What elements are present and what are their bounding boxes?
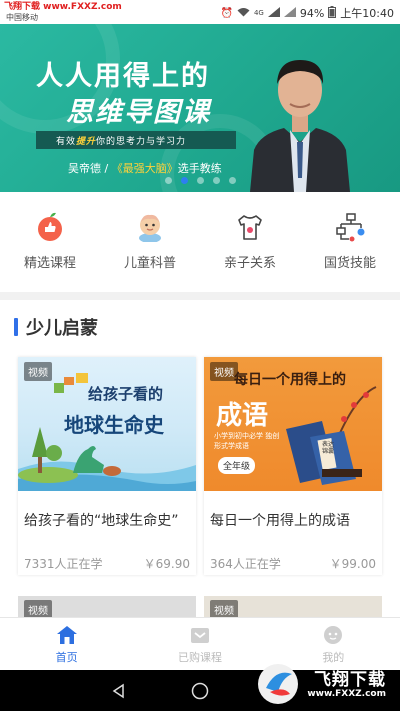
status-bar: 飞翔下载 www.FXXZ.com 中国移动 ⏰ 4G 94% 上午10:40 (0, 0, 400, 24)
category-label: 亲子关系 (223, 256, 276, 271)
alarm-icon: ⏰ (220, 7, 233, 19)
carousel-dot[interactable] (196, 177, 204, 184)
carousel-dot[interactable] (212, 177, 220, 184)
flowchart-icon (333, 210, 367, 244)
tshirt-icon (233, 210, 267, 244)
section-header: 少儿启蒙 (14, 314, 98, 340)
course-learners: 364人正在学 (210, 557, 281, 571)
banner-subtitle-post: 你的思考力与学习力 (96, 137, 187, 147)
video-badge: 视频 (24, 362, 52, 381)
cover-text-line2: 成语 (216, 401, 269, 431)
category-label: 儿童科普 (123, 256, 176, 271)
status-icons: ⏰ 4G 94% 上午10:40 (220, 5, 394, 21)
course-card-earth-history[interactable]: 视频 给孩子看的 地球生命史 给孩子看的“地球生命史” 7331人正在学 ￥69… (18, 357, 196, 575)
battery-level: 94% (299, 6, 325, 20)
banner-author-show: 《最强大脑》 (111, 162, 178, 175)
presenter-photo (250, 60, 350, 192)
category-label: 精选课程 (23, 256, 76, 271)
book-label: 表达锦囊 (322, 441, 335, 455)
course-cover-earth: 视频 给孩子看的 地球生命史 (18, 357, 196, 491)
watermark-text: 飞翔下载 (314, 670, 386, 690)
banner-subtitle-pre: 有效 (56, 137, 77, 147)
cover-text-line1: 每日一个用得上的 (234, 372, 346, 388)
banner-title-line2: 思维导图课 (66, 97, 211, 128)
course-price: ￥99.00 (329, 557, 376, 571)
category-row: 精选课程 儿童科普 亲子关系 国货技能 (0, 192, 400, 292)
cover-text-line1: 给孩子看的 (88, 385, 164, 403)
cover-note: 小学到初中必学 独创形式学成语 (214, 432, 280, 450)
banner-subtitle: 有效提升你的思考力与学习力 (56, 134, 186, 147)
banner-title-line1: 人人用得上的 (36, 61, 210, 92)
course-price: ￥69.90 (143, 557, 190, 571)
promo-banner[interactable]: 人人用得上的 思维导图课 有效提升你的思考力与学习力 吴帝德 / 《最强大脑》选… (0, 24, 400, 192)
course-card-idioms[interactable]: 视频 每日一个用得上的 成语 小学到初中必学 独创形式学成语 全年级 表达锦囊 … (204, 357, 382, 575)
profile-icon (321, 624, 345, 646)
banner-subtitle-highlight: 提升 (76, 137, 97, 147)
carrier-name: 中国移动 (6, 13, 38, 22)
section-accent-bar (14, 318, 18, 336)
category-featured-courses[interactable]: 精选课程 (0, 192, 100, 292)
clock: 上午10:40 (340, 7, 394, 20)
purchased-icon (188, 624, 212, 646)
video-badge: 视频 (24, 600, 52, 618)
watermark-top: 飞翔下载 www.FXXZ.com (4, 2, 122, 12)
network-type: 4G (253, 9, 264, 17)
tab-label: 已购课程 (177, 651, 222, 664)
banner-author: 吴帝德 / 《最强大脑》选手教练 (68, 160, 222, 176)
wifi-icon (237, 7, 250, 20)
signal-icon (267, 6, 280, 20)
signal-icon-2 (283, 6, 296, 20)
carousel-dot[interactable] (180, 177, 188, 184)
course-cover-idioms: 视频 每日一个用得上的 成语 小学到初中必学 独创形式学成语 全年级 表达锦囊 (204, 357, 382, 491)
tab-home[interactable]: 首页 (0, 618, 133, 670)
category-kids-science[interactable]: 儿童科普 (100, 192, 200, 292)
video-badge: 视频 (210, 600, 238, 618)
tab-label: 首页 (55, 651, 78, 664)
battery-icon (328, 5, 337, 21)
category-label: 国货技能 (323, 256, 376, 271)
carousel-dot[interactable] (164, 177, 172, 184)
category-domestic-skills[interactable]: 国货技能 (300, 192, 400, 292)
banner-author-role: 选手教练 (177, 162, 222, 175)
course-card-next-left[interactable]: 视频 (18, 596, 196, 618)
course-card-next-right[interactable]: 视频 (204, 596, 382, 618)
tab-purchased[interactable]: 已购课程 (133, 618, 266, 670)
watermark-url: www.FXXZ.com (307, 689, 386, 699)
course-title: 每日一个用得上的成语 (210, 513, 350, 529)
course-learners: 7331人正在学 (24, 557, 103, 571)
apple-thumb-icon (33, 210, 67, 244)
course-title: 给孩子看的“地球生命史” (24, 513, 179, 529)
carousel-dot[interactable] (228, 177, 236, 184)
child-face-icon (133, 210, 167, 244)
back-icon[interactable] (108, 680, 130, 702)
banner-author-name: 吴帝德 / (68, 162, 112, 175)
cover-text-line2: 地球生命史 (64, 413, 164, 437)
carousel-indicator[interactable] (0, 177, 400, 184)
home-icon (55, 624, 79, 646)
section-title: 少儿启蒙 (26, 318, 98, 339)
cover-grade: 全年级 (218, 457, 256, 474)
home-circle-icon[interactable] (189, 680, 211, 702)
category-parent-child[interactable]: 亲子关系 (200, 192, 300, 292)
